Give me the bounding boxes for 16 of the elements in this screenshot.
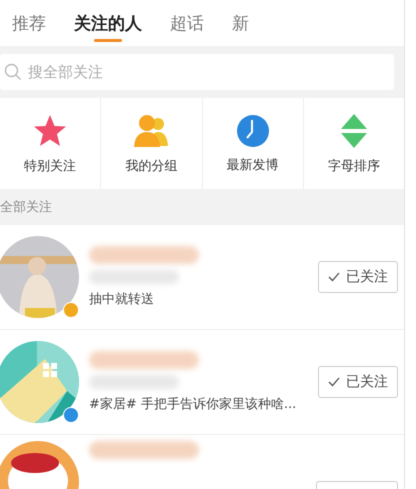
- tab[interactable]: 超话: [166, 0, 208, 46]
- bio-text: 抽中就转送: [89, 291, 155, 308]
- check-icon: [328, 272, 340, 282]
- follow-button[interactable]: 已关注: [318, 261, 398, 293]
- tab[interactable]: 推荐: [8, 0, 50, 46]
- section-title: 全部关注: [0, 199, 52, 216]
- clock-icon: [236, 114, 270, 148]
- search-icon: [4, 63, 22, 81]
- follow-button[interactable]: 已关注: [318, 366, 398, 398]
- check-icon: [328, 377, 340, 387]
- tab[interactable]: 新: [228, 0, 253, 46]
- sort-icon: [340, 112, 368, 148]
- star-icon: [32, 112, 68, 148]
- search-field[interactable]: 搜全部关注: [0, 54, 394, 90]
- bio-text: #家居# 手把手告诉你家里该种啥...: [89, 396, 298, 413]
- tab[interactable]: 关注的人: [70, 0, 146, 46]
